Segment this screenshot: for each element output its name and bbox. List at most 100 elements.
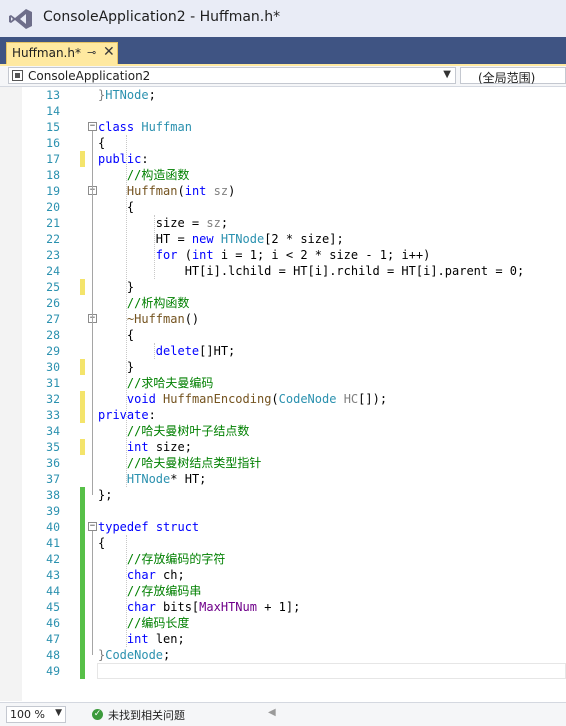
code-line[interactable]: 40 − typedef struct <box>0 519 566 535</box>
line-number: 19 <box>46 184 60 198</box>
unsaved-change-marker <box>80 151 85 167</box>
code-token: CodeNode <box>105 648 164 662</box>
code-text: int len; <box>98 631 185 647</box>
code-line[interactable]: 29 delete[]HT; <box>0 343 566 359</box>
code-line[interactable]: 25 } <box>0 279 566 295</box>
code-line[interactable]: 41 { <box>0 535 566 551</box>
code-line[interactable]: 20 { <box>0 199 566 215</box>
code-line[interactable]: 48 }CodeNode; <box>0 647 566 663</box>
line-number: 17 <box>46 152 60 166</box>
code-line[interactable]: 36 //哈夫曼树结点类型指针 <box>0 455 566 471</box>
line-number: 48 <box>46 648 60 662</box>
saved-change-marker <box>80 519 85 535</box>
line-number: 31 <box>46 376 60 390</box>
code-line[interactable]: 19− Huffman(int sz) <box>0 183 566 199</box>
code-line[interactable]: 17 public: <box>0 151 566 167</box>
title-bar: ConsoleApplication2 - Huffman.h* <box>0 0 566 37</box>
code-line[interactable]: 42 //存放编码的字符 <box>0 551 566 567</box>
code-token: HuffmanEncoding <box>163 392 272 406</box>
issues-status[interactable]: 未找到相关问题 <box>108 707 185 723</box>
line-number: 46 <box>46 616 60 630</box>
code-line[interactable]: 15 − class Huffman <box>0 119 566 135</box>
line-number: 13 <box>46 88 60 102</box>
code-token: * HT; <box>170 472 207 486</box>
code-line[interactable]: 21 size = sz; <box>0 215 566 231</box>
code-token: public <box>98 152 142 166</box>
scope-dropdown[interactable]: (全局范围) <box>460 67 566 85</box>
code-text: HT = new HTNode[2 * size]; <box>98 231 344 247</box>
saved-change-marker <box>80 551 85 567</box>
fold-minus-icon[interactable]: − <box>88 522 97 531</box>
saved-change-marker <box>80 631 85 647</box>
code-line[interactable]: 28 { <box>0 327 566 343</box>
code-token: { <box>98 536 106 550</box>
line-number: 34 <box>46 424 60 438</box>
code-line[interactable]: 38}; <box>0 487 566 503</box>
zoom-dropdown[interactable]: 100 % ▼ <box>6 706 66 723</box>
code-line[interactable]: 26 //析构函数 <box>0 295 566 311</box>
code-line[interactable]: 22 HT = new HTNode[2 * size]; <box>0 231 566 247</box>
code-line[interactable]: 43 char ch; <box>0 567 566 583</box>
code-editor[interactable]: 13}HTNode; 14 15− class Huffman 16{17 public:… <box>0 87 566 701</box>
code-line[interactable]: 27− ~Huffman() <box>0 311 566 327</box>
visual-studio-logo-icon <box>9 9 32 29</box>
code-text: public: <box>98 151 149 167</box>
code-token: //构造函数 <box>126 168 190 182</box>
code-line[interactable]: 39 <box>0 503 566 519</box>
code-text: }CodeNode; <box>98 647 170 663</box>
code-line[interactable]: 30 } <box>0 359 566 375</box>
code-text: { <box>98 199 134 215</box>
code-text: char ch; <box>98 567 185 583</box>
code-line[interactable]: 18 //构造函数 <box>0 167 566 183</box>
code-token: for <box>155 248 178 262</box>
fold-minus-icon[interactable]: − <box>88 122 97 131</box>
tab-huffman-h[interactable]: Huffman.h* ⊸ ✕ <box>6 42 118 64</box>
code-line[interactable]: 13}HTNode; <box>0 87 566 103</box>
code-line[interactable]: 34 //哈夫曼树叶子结点数 <box>0 423 566 439</box>
code-line[interactable]: 14 <box>0 103 566 119</box>
code-line[interactable]: 23 for (int i = 1; i < 2 * size - 1; i++… <box>0 247 566 263</box>
code-line[interactable]: 31 //求哈夫曼编码 <box>0 375 566 391</box>
code-token: + 1]; <box>256 600 301 614</box>
pin-icon[interactable]: ⊸ <box>87 47 96 59</box>
scroll-left-icon[interactable]: ◀ <box>268 707 276 718</box>
project-dropdown[interactable]: ConsoleApplication2 ▼ <box>8 67 456 84</box>
code-text: //构造函数 <box>98 167 189 183</box>
code-line[interactable]: 24 HT[i].lchild = HT[i].rchild = HT[i].p… <box>0 263 566 279</box>
code-line[interactable]: 16 { <box>0 135 566 151</box>
code-line[interactable]: 35 int size; <box>0 439 566 455</box>
fold-guide-line <box>92 195 93 287</box>
close-icon[interactable]: ✕ <box>103 44 115 60</box>
code-token: } <box>98 280 135 294</box>
code-line[interactable]: 32 void HuffmanEncoding(CodeNode HC[]); <box>0 391 566 407</box>
code-line[interactable]: 44 //存放编码串 <box>0 583 566 599</box>
line-number: 49 <box>46 664 60 678</box>
code-text: size = sz; <box>98 215 228 231</box>
code-line[interactable]: 46 //编码长度 <box>0 615 566 631</box>
code-token: { <box>98 200 135 214</box>
code-line[interactable]: 47 int len; <box>0 631 566 647</box>
code-token: int <box>126 632 149 646</box>
code-line[interactable]: 33 private: <box>0 407 566 423</box>
scope-icon <box>12 70 23 81</box>
saved-change-marker <box>80 567 85 583</box>
code-line[interactable]: 49 <box>0 663 566 679</box>
code-token: HT[i].lchild = HT[i].rchild = HT[i].pare… <box>98 264 525 278</box>
code-line[interactable]: 37 HTNode* HT; <box>0 471 566 487</box>
code-token: //求哈夫曼编码 <box>126 376 214 390</box>
tab-label: Huffman.h* <box>12 46 81 60</box>
code-line[interactable]: 45 char bits[MaxHTNum + 1]; <box>0 599 566 615</box>
line-number: 39 <box>46 504 60 518</box>
status-bar: 100 % ▼ ✓ 未找到相关问题 ◀ <box>0 702 566 726</box>
code-token: : <box>141 152 149 166</box>
